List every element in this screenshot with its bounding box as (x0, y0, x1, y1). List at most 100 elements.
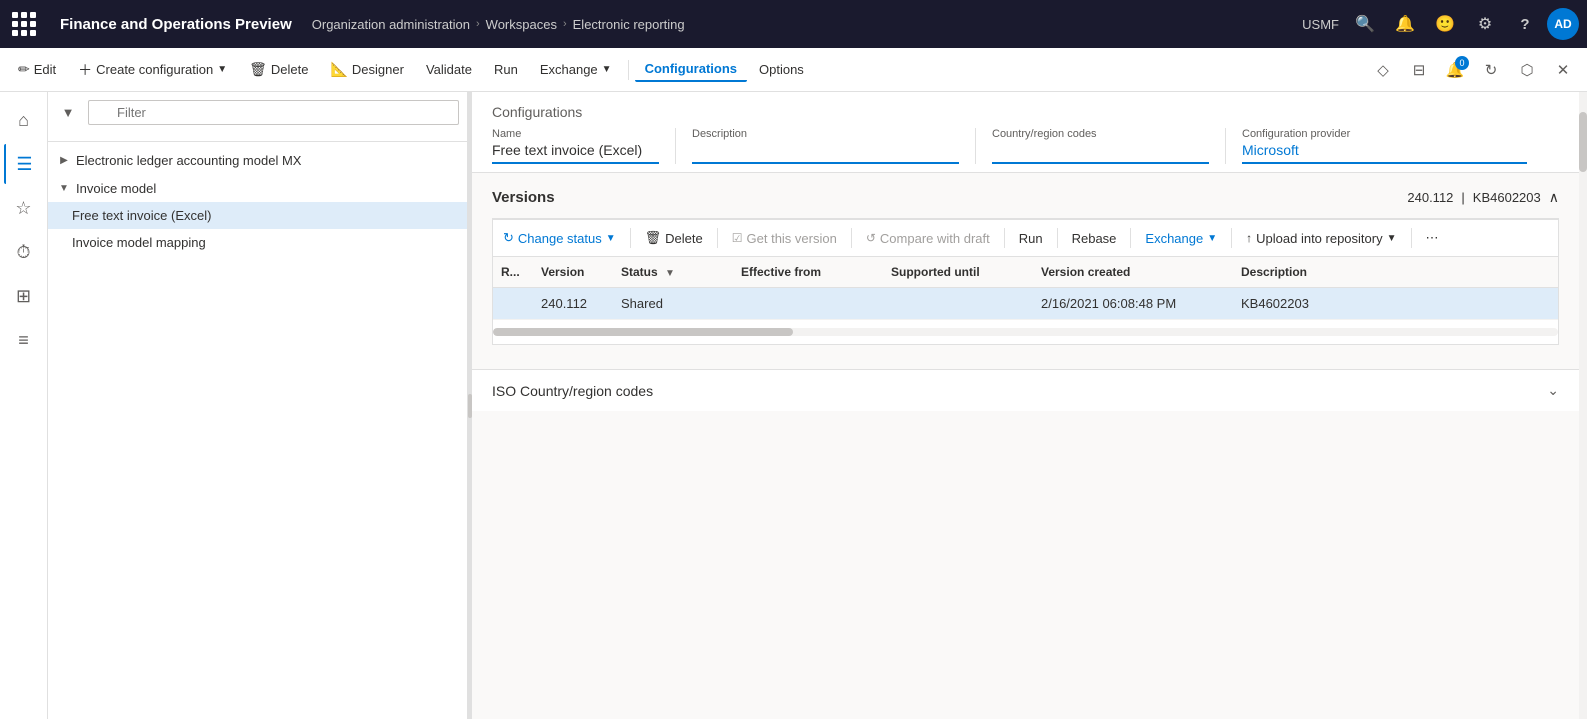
tree-filter-icon[interactable]: ▼ (56, 101, 80, 125)
waffle-menu-button[interactable] (8, 8, 40, 40)
waffle-icon (12, 12, 36, 36)
tree-item-invoice-model-mapping[interactable]: Invoice model mapping (48, 229, 467, 256)
delete-button[interactable]: 🗑 Delete (239, 57, 318, 82)
cell-r (493, 288, 533, 320)
versions-title: Versions (492, 189, 555, 206)
search-button[interactable]: 🔍 (1347, 6, 1383, 42)
versions-delete-button[interactable]: 🗑 Delete (635, 226, 713, 250)
name-value: Free text invoice (Excel) (492, 142, 659, 164)
nav-history-button[interactable]: ⏱ (4, 232, 44, 272)
filter-wrap: 🔍 (88, 100, 459, 125)
nav-star-button[interactable]: ☆ (4, 188, 44, 228)
edit-button[interactable]: ✏ Edit (8, 57, 66, 82)
topbar-right: USMF 🔍 🔔 🙂 ⚙ ? AD (1302, 6, 1579, 42)
edit-icon: ✏ (18, 61, 30, 78)
options-button[interactable]: Options (749, 58, 814, 81)
versions-exchange-button[interactable]: Exchange ▼ (1135, 227, 1227, 250)
config-header: Configurations Name Free text invoice (E… (472, 92, 1579, 173)
config-provider-label: Configuration provider (1242, 128, 1527, 140)
cell-version: 240.112 (533, 288, 613, 320)
cell-version-created: 2/16/2021 06:08:48 PM (1033, 288, 1233, 320)
designer-button[interactable]: 📐 Designer (320, 57, 413, 82)
nav-list-button[interactable]: ≡ (4, 320, 44, 360)
filter-input[interactable] (88, 100, 459, 125)
resizer-handle (468, 394, 472, 418)
nav-workspace-button[interactable]: ⊞ (4, 276, 44, 316)
meta-sep: | (1461, 190, 1464, 205)
validate-button[interactable]: Validate (416, 58, 482, 81)
panel-icon-btn[interactable]: ⊟ (1403, 54, 1435, 86)
versions-header: Versions 240.112 | KB4602203 ∧ (492, 189, 1559, 206)
notification-icon-btn[interactable]: 🔔 0 (1439, 54, 1471, 86)
vtb-sep-4 (1004, 228, 1005, 248)
upload-into-repository-button[interactable]: ↑ Upload into repository ▼ (1236, 227, 1406, 250)
expand-icon-electronic-ledger: ▶ (56, 152, 72, 168)
nav-home-button[interactable]: ⌂ (4, 100, 44, 140)
versions-more-button[interactable]: ⋯ (1416, 226, 1449, 250)
breadcrumb-chevron-2: › (563, 18, 567, 30)
main-content: Configurations Name Free text invoice (E… (472, 92, 1579, 719)
breadcrumb-org-admin[interactable]: Organization administration (312, 17, 470, 32)
configurations-button[interactable]: Configurations (635, 57, 747, 82)
collapse-versions-icon[interactable]: ∧ (1549, 189, 1559, 206)
close-icon-btn[interactable]: ✕ (1547, 54, 1579, 86)
table-row[interactable]: 240.112 Shared 2/16/2021 06:08:48 PM KB4… (493, 288, 1558, 320)
vtb-sep-5 (1057, 228, 1058, 248)
more-icon: ⋯ (1426, 230, 1439, 246)
versions-table-body: 240.112 Shared 2/16/2021 06:08:48 PM KB4… (493, 288, 1558, 320)
panel-resizer[interactable] (468, 92, 472, 719)
versions-meta: 240.112 | KB4602203 ∧ (1407, 189, 1559, 206)
breadcrumb-workspaces[interactable]: Workspaces (486, 17, 557, 32)
smiley-button[interactable]: 🙂 (1427, 6, 1463, 42)
versions-table-container: ↻ Change status ▼ 🗑 Delete ☑ Get this ve… (492, 218, 1559, 345)
versions-table-wrap: R... Version Status ▼ Effe (493, 257, 1558, 320)
versions-section: Versions 240.112 | KB4602203 ∧ ↻ Change … (472, 173, 1579, 361)
refresh-icon-btn[interactable]: ↻ (1475, 54, 1507, 86)
iso-title: ISO Country/region codes (492, 383, 653, 399)
open-icon-btn[interactable]: ⬡ (1511, 54, 1543, 86)
topbar: Finance and Operations Preview Organizat… (0, 0, 1587, 48)
col-header-r: R... (493, 257, 533, 288)
tree-item-electronic-ledger[interactable]: ▶ Electronic ledger accounting model MX (48, 146, 467, 174)
iso-section[interactable]: ISO Country/region codes ⌄ (472, 369, 1579, 411)
nav-menu-button[interactable]: ☰ (4, 144, 44, 184)
gear-button[interactable]: ⚙ (1467, 6, 1503, 42)
name-label: Name (492, 128, 659, 140)
horizontal-scrollbar[interactable] (493, 328, 1558, 336)
col-header-version-created: Version created (1033, 257, 1233, 288)
breadcrumb-electronic-reporting[interactable]: Electronic reporting (573, 17, 685, 32)
create-config-chevron-icon: ▼ (217, 64, 227, 75)
get-this-version-button[interactable]: ☑ Get this version (722, 227, 847, 250)
col-header-effective-from: Effective from (733, 257, 883, 288)
exchange-chevron-icon: ▼ (602, 64, 612, 75)
right-scrollbar[interactable] (1579, 92, 1587, 719)
exchange-button[interactable]: Exchange ▼ (530, 58, 622, 81)
kb-number: KB4602203 (1473, 190, 1541, 205)
versions-run-button[interactable]: Run (1009, 227, 1053, 250)
col-header-description: Description (1233, 257, 1558, 288)
vtb-sep-8 (1411, 228, 1412, 248)
help-button[interactable]: ? (1507, 6, 1543, 42)
country-codes-label: Country/region codes (992, 128, 1209, 140)
tree-item-free-text-invoice[interactable]: Free text invoice (Excel) (48, 202, 467, 229)
avatar[interactable]: AD (1547, 8, 1579, 40)
compare-with-draft-button[interactable]: ↺ Compare with draft (856, 227, 1000, 250)
bell-button[interactable]: 🔔 (1387, 6, 1423, 42)
org-label: USMF (1302, 17, 1339, 32)
status-filter-icon[interactable]: ▼ (665, 268, 675, 279)
scroll-thumb (1579, 112, 1587, 172)
tree-content: ▶ Electronic ledger accounting model MX … (48, 142, 467, 719)
compare-icon: ↺ (866, 231, 876, 245)
change-status-button[interactable]: ↻ Change status ▼ (493, 226, 626, 250)
diamond-icon-btn[interactable]: ◇ (1367, 54, 1399, 86)
config-provider-field: Configuration provider Microsoft (1242, 128, 1543, 164)
collapse-icon-invoice-model: ▼ (56, 180, 72, 196)
tree-filter-area: ▼ 🔍 (48, 92, 467, 142)
tree-item-invoice-model[interactable]: ▼ Invoice model (48, 174, 467, 202)
cell-supported-until (883, 288, 1033, 320)
run-button[interactable]: Run (484, 58, 528, 81)
checkbox-icon: ☑ (732, 231, 743, 245)
rebase-button[interactable]: Rebase (1062, 227, 1127, 250)
create-configuration-button[interactable]: ＋ Create configuration ▼ (68, 56, 237, 84)
config-provider-value[interactable]: Microsoft (1242, 142, 1527, 164)
